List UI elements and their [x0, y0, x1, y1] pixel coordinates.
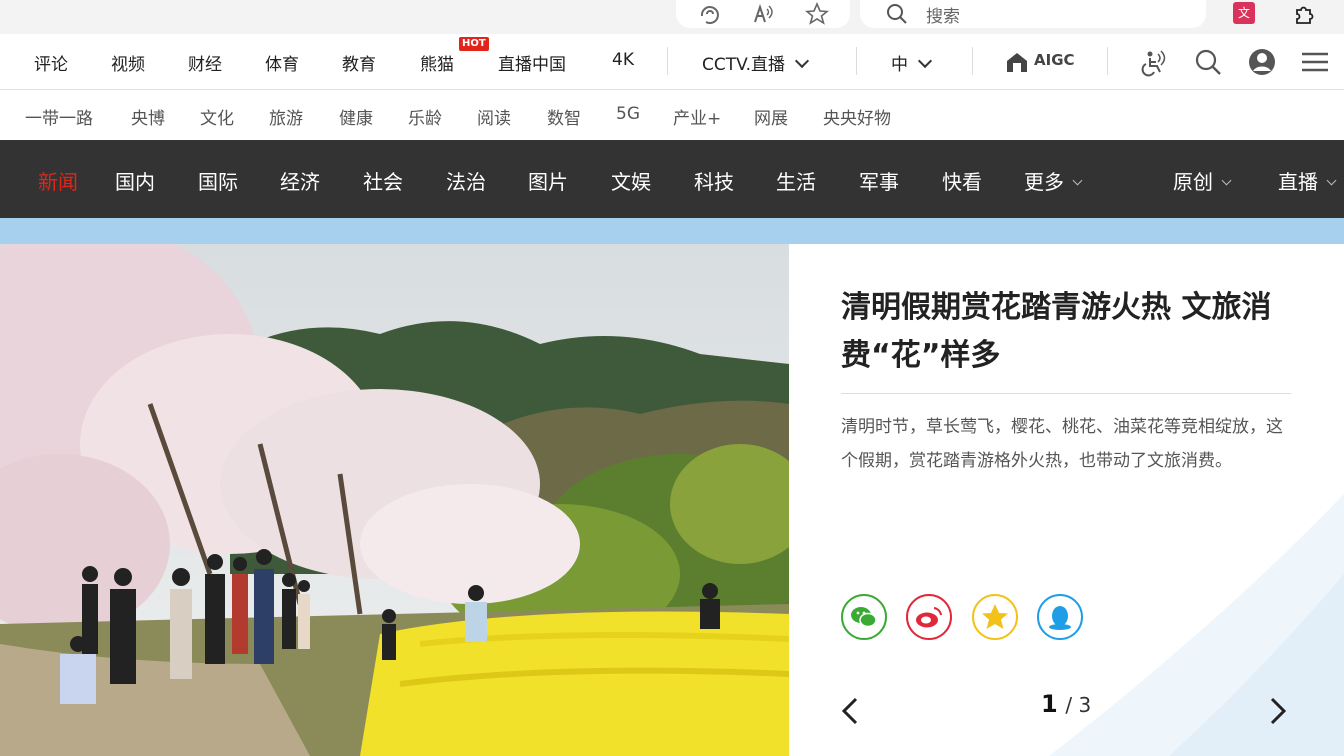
article-summary: 清明时节，草长莺飞，樱花、桃花、油菜花等竞相绽放，这个假期，赏花踏青游格外火热，… — [841, 417, 1283, 471]
nav-4k[interactable]: 4K — [612, 50, 634, 70]
chevron-down-icon — [1072, 175, 1083, 186]
nav-video[interactable]: 视频 — [111, 50, 145, 75]
nav-senior[interactable]: 乐龄 — [408, 104, 442, 129]
headline-divider — [841, 393, 1291, 394]
more-label: 更多 — [1024, 170, 1064, 194]
divider — [667, 47, 668, 75]
banner-band — [0, 218, 1344, 244]
channel-international[interactable]: 国际 — [198, 166, 238, 195]
channel-quick-look[interactable]: 快看 — [942, 166, 982, 195]
nav-goods[interactable]: 央央好物 — [823, 104, 891, 129]
live-label: 直播 — [1278, 170, 1318, 194]
channel-tech[interactable]: 科技 — [694, 166, 734, 195]
nav-travel[interactable]: 旅游 — [269, 104, 303, 129]
chevron-down-icon — [1326, 175, 1337, 186]
next-slide-arrow-icon[interactable] — [1267, 696, 1289, 726]
nav-panda[interactable]: 熊猫 — [420, 50, 454, 75]
favorite-star-icon[interactable] — [804, 1, 830, 26]
nav-live-china[interactable]: 直播中国 — [498, 50, 566, 75]
qq-icon[interactable] — [1037, 594, 1083, 640]
headline-link[interactable]: 清明假期赏花踏青游火热 文旅消费“花”样多 — [841, 284, 1291, 380]
channel-economy[interactable]: 经济 — [280, 166, 320, 195]
channel-entertainment[interactable]: 文娱 — [611, 166, 651, 195]
nav-comment[interactable]: 评论 — [34, 50, 68, 75]
search-icon — [887, 4, 907, 24]
hot-badge: HOT — [459, 37, 489, 51]
search-placeholder: 搜索 — [926, 7, 960, 27]
channel-live-dropdown[interactable]: 直播 — [1278, 166, 1337, 195]
total-pages: / 3 — [1065, 693, 1092, 717]
nav-digital[interactable]: 数智 — [547, 104, 581, 129]
cctv-live-label: CCTV.直播 — [702, 55, 785, 75]
qzone-icon[interactable] — [972, 594, 1018, 640]
primary-nav: 评论 视频 财经 体育 教育 熊猫 HOT 直播中国 4K CCTV.直播 中 … — [0, 34, 1344, 90]
language-label: 中 — [891, 55, 908, 75]
site-search-icon[interactable] — [1192, 46, 1224, 78]
nav-reading[interactable]: 阅读 — [477, 104, 511, 129]
nav-industry[interactable]: 产业+ — [673, 104, 721, 129]
channel-nav: 新闻 国内 国际 经济 社会 法治 图片 文娱 科技 生活 军事 快看 更多 原… — [0, 140, 1344, 218]
divider — [856, 47, 857, 75]
chevron-down-icon — [794, 53, 810, 69]
secondary-nav: 一带一路 央博 文化 旅游 健康 乐龄 阅读 数智 5G 产业+ 网展 央央好物 — [0, 90, 1344, 140]
nav-education[interactable]: 教育 — [342, 50, 376, 75]
cctv-live-dropdown[interactable]: CCTV.直播 — [702, 50, 810, 75]
language-dropdown[interactable]: 中 — [891, 50, 933, 75]
aigc-logo[interactable]: AIGC — [1005, 49, 1077, 75]
channel-military[interactable]: 军事 — [859, 166, 899, 195]
aigc-label: AIGC — [1034, 51, 1075, 69]
slide-pager: 1 / 3 — [1041, 690, 1091, 718]
browser-action-group — [676, 0, 850, 28]
nav-belt-road[interactable]: 一带一路 — [25, 104, 93, 129]
user-avatar-icon[interactable] — [1246, 46, 1278, 78]
browser-search-box[interactable]: 搜索 — [860, 0, 1206, 28]
nav-5g[interactable]: 5G — [616, 104, 640, 124]
hero-photo[interactable] — [0, 244, 789, 756]
channel-life[interactable]: 生活 — [776, 166, 816, 195]
nav-sports[interactable]: 体育 — [265, 50, 299, 75]
chevron-down-icon — [917, 53, 933, 69]
channel-law[interactable]: 法治 — [446, 166, 486, 195]
chevron-down-icon — [1221, 175, 1232, 186]
channel-society[interactable]: 社会 — [363, 166, 403, 195]
original-label: 原创 — [1173, 170, 1213, 194]
hero-article-panel: 清明假期赏花踏青游火热 文旅消费“花”样多 清明时节，草长莺飞，樱花、桃花、油菜… — [789, 244, 1344, 756]
channel-photos[interactable]: 图片 — [528, 166, 568, 195]
nav-finance[interactable]: 财经 — [188, 50, 222, 75]
nav-yangbo[interactable]: 央博 — [131, 104, 165, 129]
channel-original-dropdown[interactable]: 原创 — [1173, 166, 1232, 195]
nav-culture[interactable]: 文化 — [200, 104, 234, 129]
current-page: 1 — [1041, 690, 1058, 718]
prev-slide-arrow-icon[interactable] — [839, 696, 861, 726]
channel-more-dropdown[interactable]: 更多 — [1024, 166, 1083, 195]
nav-exhibition[interactable]: 网展 — [754, 104, 788, 129]
nav-health[interactable]: 健康 — [339, 104, 373, 129]
divider — [972, 47, 973, 75]
menu-hamburger-icon[interactable] — [1299, 46, 1331, 78]
channel-news[interactable]: 新闻 — [38, 166, 78, 195]
extensions-puzzle-icon[interactable] — [1292, 2, 1316, 26]
weibo-icon[interactable] — [906, 594, 952, 640]
aigc-house-icon — [1007, 53, 1027, 72]
edge-refresh-icon[interactable] — [698, 2, 722, 26]
wechat-icon[interactable] — [841, 594, 887, 640]
read-aloud-icon[interactable] — [751, 2, 775, 26]
accessibility-icon[interactable] — [1138, 46, 1170, 78]
translate-extension-icon[interactable]: 文 — [1233, 2, 1255, 24]
channel-domestic[interactable]: 国内 — [115, 166, 155, 195]
browser-toolbar: 搜索 文 — [0, 0, 1344, 34]
divider — [1107, 47, 1108, 75]
